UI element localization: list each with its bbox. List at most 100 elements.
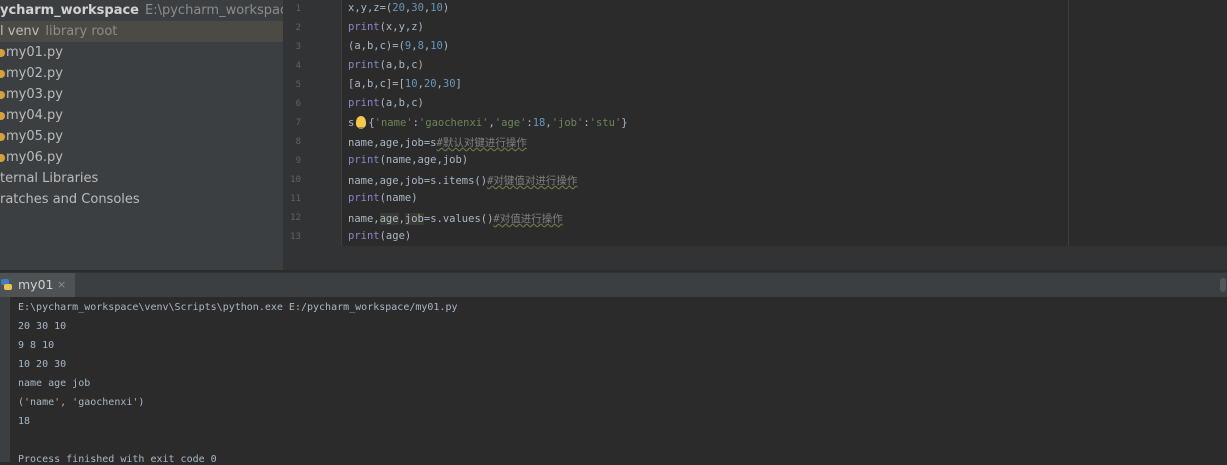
python-file-icon <box>0 49 5 57</box>
code-token: =( <box>379 2 393 14</box>
run-tab-label: my01 <box>18 277 54 292</box>
code-token: x,y,z <box>348 2 380 14</box>
code-token: 10 <box>430 40 443 52</box>
code-token: print <box>348 154 380 166</box>
code-token: (a,b,c) <box>379 97 424 109</box>
scratches-label: ratches and Consoles <box>0 192 140 207</box>
file-label: my03.py <box>6 87 63 102</box>
python-file-icon <box>0 133 5 141</box>
external-libraries-label: ternal Libraries <box>0 171 99 186</box>
code-token: age <box>379 213 399 225</box>
tree-item-venv[interactable]: l venv library root <box>0 21 283 42</box>
code-line[interactable]: name,age,job=s.items()#对键值对进行操作 <box>348 173 577 188</box>
code-token: 30 <box>411 2 424 14</box>
code-line[interactable]: [a,b,c]=[10,20,30] <box>348 78 462 90</box>
line-number: 13 <box>290 232 301 242</box>
project-tree-panel: ycharm_workspace E:\pycharm_workspace l v… <box>0 0 283 270</box>
code-token: (a,b,c)=( <box>348 40 405 52</box>
code-token: #对键值对进行操作 <box>487 175 578 187</box>
code-line[interactable]: name,age,job=s.values()#对值进行操作 <box>348 211 563 226</box>
code-token: 'stu' <box>589 117 622 129</box>
editor-footer <box>283 246 1227 270</box>
tree-item-scratches[interactable]: ratches and Consoles <box>0 189 283 210</box>
code-line[interactable]: x,y,z=(20,30,10) <box>348 2 449 14</box>
project-root-name: ycharm_workspace <box>0 3 140 18</box>
tree-item-file[interactable]: my04.py <box>0 105 283 126</box>
tree-item-file[interactable]: my02.py <box>0 63 283 84</box>
python-run-icon <box>1 279 12 290</box>
code-token: print <box>348 192 380 204</box>
code-line[interactable]: print(a,b,c) <box>348 59 424 71</box>
code-line[interactable]: print(age) <box>348 230 411 242</box>
console-line: E:\pycharm_workspace\venv\Scripts\python… <box>18 302 458 313</box>
code-token: s <box>348 117 355 129</box>
code-token: (x,y,z) <box>379 21 424 33</box>
line-number: 8 <box>295 137 301 147</box>
code-token: 'job' <box>551 117 584 129</box>
file-label: my01.py <box>6 45 63 60</box>
tree-item-file[interactable]: my06.py <box>0 147 283 168</box>
tree-item-external-libraries[interactable]: ternal Libraries <box>0 168 283 189</box>
code-line[interactable]: s {'name':'gaochenxi','age':18,'job':'stu… <box>348 116 628 129</box>
code-token: name,age,job=s.items() <box>348 175 488 187</box>
project-root-path: E:\pycharm_workspace <box>145 3 283 18</box>
scrollbar[interactable] <box>1220 278 1226 292</box>
console-line: name age job <box>18 378 91 389</box>
console-line: 18 <box>18 416 31 427</box>
code-token: 10 <box>404 78 418 90</box>
line-number: 7 <box>295 118 301 128</box>
code-token: 20 <box>423 78 437 90</box>
console-line: 9 8 10 <box>18 340 55 351</box>
close-icon[interactable]: × <box>57 273 66 297</box>
code-token: (name,age,job) <box>379 154 469 166</box>
line-number: 9 <box>295 156 301 166</box>
tree-item-file[interactable]: my03.py <box>0 84 283 105</box>
code-token: #对值进行操作 <box>493 213 563 225</box>
run-console[interactable] <box>10 297 1227 462</box>
code-token: #默认对键进行操作 <box>436 137 527 149</box>
code-line[interactable]: print(name,age,job) <box>348 154 468 166</box>
code-token: (age) <box>379 230 412 242</box>
code-line[interactable]: print(a,b,c) <box>348 97 424 109</box>
line-number: 5 <box>295 80 301 90</box>
code-token: 18 <box>532 117 546 129</box>
code-token: =s.values() <box>423 213 494 225</box>
line-number: 6 <box>295 99 301 109</box>
code-token: ) <box>442 2 450 14</box>
console-line: Process finished with exit code 0 <box>18 454 217 465</box>
code-token: print <box>348 97 380 109</box>
code-line[interactable]: (a,b,c)=(9,8,10) <box>348 40 449 52</box>
python-file-icon <box>0 112 5 120</box>
tree-item-file[interactable]: my05.py <box>0 126 283 147</box>
line-number: 2 <box>295 23 301 33</box>
code-token: job <box>404 213 424 225</box>
code-token: 'age' <box>494 117 527 129</box>
project-root-row[interactable]: ycharm_workspace E:\pycharm_workspace <box>0 0 283 21</box>
lightbulb-icon[interactable] <box>356 116 367 129</box>
line-number: 12 <box>290 213 301 223</box>
code-token: (a,b,c) <box>379 59 424 71</box>
line-number: 11 <box>290 194 301 204</box>
file-label: my04.py <box>6 108 63 123</box>
python-file-icon <box>0 154 5 162</box>
code-token: print <box>348 230 380 242</box>
code-token: print <box>348 59 380 71</box>
code-line[interactable]: name,age,job=s#默认对键进行操作 <box>348 135 527 150</box>
venv-note: library root <box>45 24 118 39</box>
line-number: 4 <box>295 61 301 71</box>
run-toolbar <box>0 297 10 462</box>
code-token: (name) <box>379 192 418 204</box>
code-token: 20 <box>392 2 405 14</box>
code-token: 'name' <box>374 117 413 129</box>
run-tab-my01[interactable]: my01 × <box>0 273 75 297</box>
venv-label: l venv <box>0 24 40 39</box>
code-line[interactable]: print(name) <box>348 192 418 204</box>
line-number: 3 <box>295 42 301 52</box>
code-token: ] <box>455 78 462 90</box>
tree-item-file[interactable]: my01.py <box>0 42 283 63</box>
code-token: 'gaochenxi' <box>418 117 489 129</box>
code-token: [a,b,c]=[ <box>348 78 405 90</box>
file-label: my06.py <box>6 150 63 165</box>
python-file-icon <box>0 70 5 78</box>
code-line[interactable]: print(x,y,z) <box>348 21 424 33</box>
